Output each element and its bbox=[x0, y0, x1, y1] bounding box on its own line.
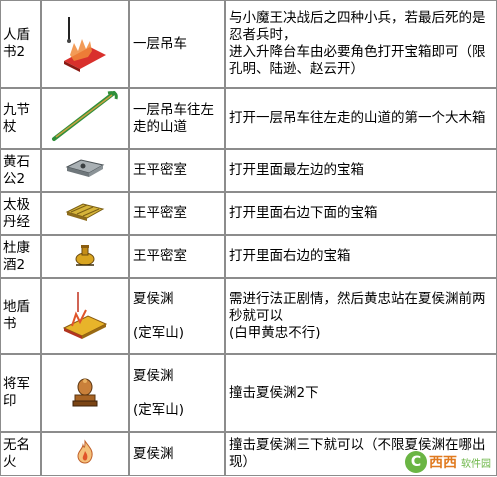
item-description: 打开里面最左边的宝箱 bbox=[225, 149, 497, 192]
item-name: 太极丹经 bbox=[0, 192, 41, 235]
item-name: 将军印 bbox=[0, 354, 41, 432]
item-location: 王平密室 bbox=[129, 149, 225, 192]
table-row: 人盾书2 一层吊车 与小魔王决战后之四种小兵，若最后死的是忍者兵时， 进入升降台… bbox=[0, 0, 497, 88]
item-icon-cell bbox=[41, 278, 129, 354]
item-description: 撞击夏侯渊三下就可以（不限夏侯渊在哪出现） bbox=[225, 432, 497, 476]
item-name: 人盾书2 bbox=[0, 0, 41, 88]
item-name: 九节杖 bbox=[0, 88, 41, 149]
table-row: 地盾书 夏侯渊 (定军山) 需进行法正剧情，然后黄忠站在夏侯渊前两秒就可以 (白… bbox=[0, 278, 497, 354]
item-icon-cell bbox=[41, 432, 129, 476]
item-icon-cell bbox=[41, 354, 129, 432]
item-name: 黄石公2 bbox=[0, 149, 41, 192]
table-row: 九节杖 一层吊车往左走的山道 打开一层吊车往左走的山道的第一个大木箱 bbox=[0, 88, 497, 149]
flame-icon bbox=[77, 438, 93, 464]
item-name: 无名火 bbox=[0, 432, 41, 476]
item-location: 王平密室 bbox=[129, 235, 225, 278]
table-row: 无名火 夏侯渊 撞击夏侯渊三下就可以（不限夏侯渊在哪出现） bbox=[0, 432, 497, 476]
item-description: 撞击夏侯渊2下 bbox=[225, 354, 497, 432]
table-row: 黄石公2 王平密室 打开里面最左边的宝箱 bbox=[0, 149, 497, 192]
stone-tablet-icon bbox=[65, 159, 105, 177]
item-icon-cell bbox=[41, 192, 129, 235]
table-row: 杜康酒2 王平密室 打开里面右边的宝箱 bbox=[0, 235, 497, 278]
item-location: 一层吊车往左走的山道 bbox=[129, 88, 225, 149]
item-location: 夏侯渊 (定军山) bbox=[129, 278, 225, 354]
gold-scroll-icon bbox=[65, 203, 105, 221]
item-location: 夏侯渊 (定军山) bbox=[129, 354, 225, 432]
red-book-shield-icon bbox=[64, 16, 106, 72]
item-icon-cell bbox=[41, 235, 129, 278]
item-location: 王平密室 bbox=[129, 192, 225, 235]
item-name: 杜康酒2 bbox=[0, 235, 41, 278]
item-location: 夏侯渊 bbox=[129, 432, 225, 476]
general-seal-icon bbox=[72, 378, 98, 406]
yellow-book-shield-icon bbox=[62, 291, 108, 339]
item-description: 与小魔王决战后之四种小兵，若最后死的是忍者兵时， 进入升降台车由必要角色打开宝箱… bbox=[225, 0, 497, 88]
item-description: 打开一层吊车往左走的山道的第一个大木箱 bbox=[225, 88, 497, 149]
item-name: 地盾书 bbox=[0, 278, 41, 354]
item-table: 人盾书2 一层吊车 与小魔王决战后之四种小兵，若最后死的是忍者兵时， 进入升降台… bbox=[0, 0, 497, 476]
wine-jug-icon bbox=[75, 245, 95, 266]
item-location: 一层吊车 bbox=[129, 0, 225, 88]
item-icon-cell bbox=[41, 0, 129, 88]
item-description: 打开里面右边下面的宝箱 bbox=[225, 192, 497, 235]
table-row: 将军印 夏侯渊 (定军山) 撞击夏侯渊2下 bbox=[0, 354, 497, 432]
item-icon-cell bbox=[41, 88, 129, 149]
table-row: 太极丹经 王平密室 打开里面右边下面的宝箱 bbox=[0, 192, 497, 235]
green-staff-icon bbox=[52, 91, 118, 141]
item-description: 需进行法正剧情，然后黄忠站在夏侯渊前两秒就可以 (白甲黄忠不行) bbox=[225, 278, 497, 354]
item-icon-cell bbox=[41, 149, 129, 192]
item-description: 打开里面右边的宝箱 bbox=[225, 235, 497, 278]
